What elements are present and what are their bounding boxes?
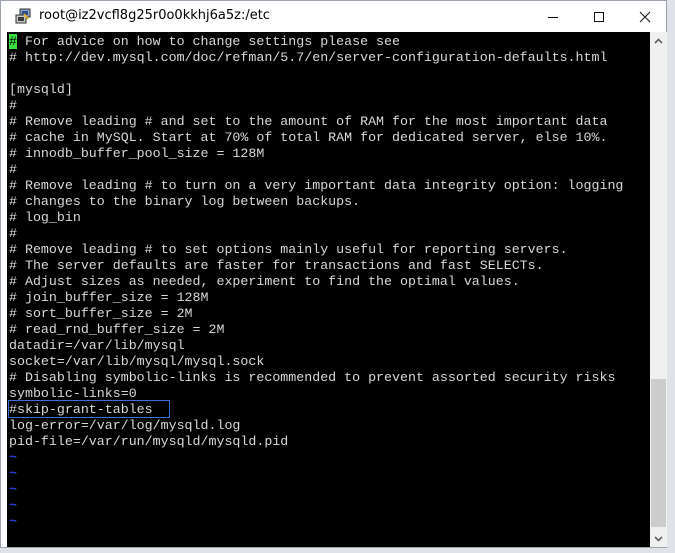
terminal-line: # Remove leading # to turn on a very imp… xyxy=(9,178,624,193)
terminal-line: # http://dev.mysql.com/doc/refman/5.7/en… xyxy=(9,50,608,65)
terminal-line: # innodb_buffer_pool_size = 128M xyxy=(9,146,265,161)
terminal-line: # xyxy=(9,98,17,113)
terminal-line: # Disabling symbolic-links is recommende… xyxy=(9,370,616,385)
terminal-line: # join_buffer_size = 128M xyxy=(9,290,209,305)
chevron-up-icon xyxy=(654,37,663,44)
terminal-line: # For advice on how to change settings p… xyxy=(9,34,400,50)
empty-line-tilde: ~ xyxy=(9,450,17,465)
terminal-line: # Adjust sizes as needed, experiment to … xyxy=(9,274,520,289)
terminal-line: # Remove leading # and set to the amount… xyxy=(9,114,608,129)
empty-line-tilde: ~ xyxy=(9,466,17,481)
terminal-line: # cache in MySQL. Start at 70% of total … xyxy=(9,130,608,145)
terminal-line: pid-file=/var/run/mysqld/mysqld.pid xyxy=(9,434,289,449)
text-cursor: # xyxy=(9,34,17,49)
terminal-line: # Remove leading # to set options mainly… xyxy=(9,242,568,257)
scroll-up-button[interactable] xyxy=(650,32,667,49)
scrollbar-thumb[interactable] xyxy=(651,379,666,527)
terminal-line: #skip-grant-tables xyxy=(9,402,153,417)
empty-line-tilde: ~ xyxy=(9,514,17,529)
empty-line-tilde: ~ xyxy=(9,482,17,497)
close-button[interactable] xyxy=(622,1,668,32)
vertical-scrollbar[interactable] xyxy=(650,32,667,547)
terminal-line: # xyxy=(9,162,17,177)
minimize-button[interactable] xyxy=(530,1,576,32)
empty-line-tilde: ~ xyxy=(9,498,17,513)
terminal-line: datadir=/var/lib/mysql xyxy=(9,338,185,353)
terminal-line: symbolic-links=0 xyxy=(9,386,137,401)
putty-window: root@iz2vcfl8g25r0o0kkhj6a5z:/etc # For … xyxy=(0,0,667,548)
terminal-line: log-error=/var/log/mysqld.log xyxy=(9,418,241,433)
minimize-icon xyxy=(548,16,558,18)
terminal-line: socket=/var/lib/mysql/mysql.sock xyxy=(9,354,265,369)
terminal-line: # read_rnd_buffer_size = 2M xyxy=(9,322,225,337)
scroll-down-button[interactable] xyxy=(650,530,667,547)
maximize-button[interactable] xyxy=(576,1,622,32)
terminal-line: # xyxy=(9,226,17,241)
chevron-down-icon xyxy=(654,535,663,542)
terminal-line: # The server defaults are faster for tra… xyxy=(9,258,544,273)
title-bar[interactable]: root@iz2vcfl8g25r0o0kkhj6a5z:/etc xyxy=(1,1,666,32)
terminal-line: # sort_buffer_size = 2M xyxy=(9,306,193,321)
maximize-icon xyxy=(594,11,604,22)
close-icon xyxy=(639,11,651,22)
terminal-line-text: For advice on how to change settings ple… xyxy=(16,34,400,49)
putty-icon xyxy=(15,8,31,24)
terminal-screen[interactable]: # For advice on how to change settings p… xyxy=(7,32,650,547)
terminal-line: [mysqld] xyxy=(9,82,73,97)
terminal-line: # log_bin xyxy=(9,210,81,225)
window-title: root@iz2vcfl8g25r0o0kkhj6a5z:/etc xyxy=(39,8,270,23)
terminal-line: # changes to the binary log between back… xyxy=(9,194,361,209)
